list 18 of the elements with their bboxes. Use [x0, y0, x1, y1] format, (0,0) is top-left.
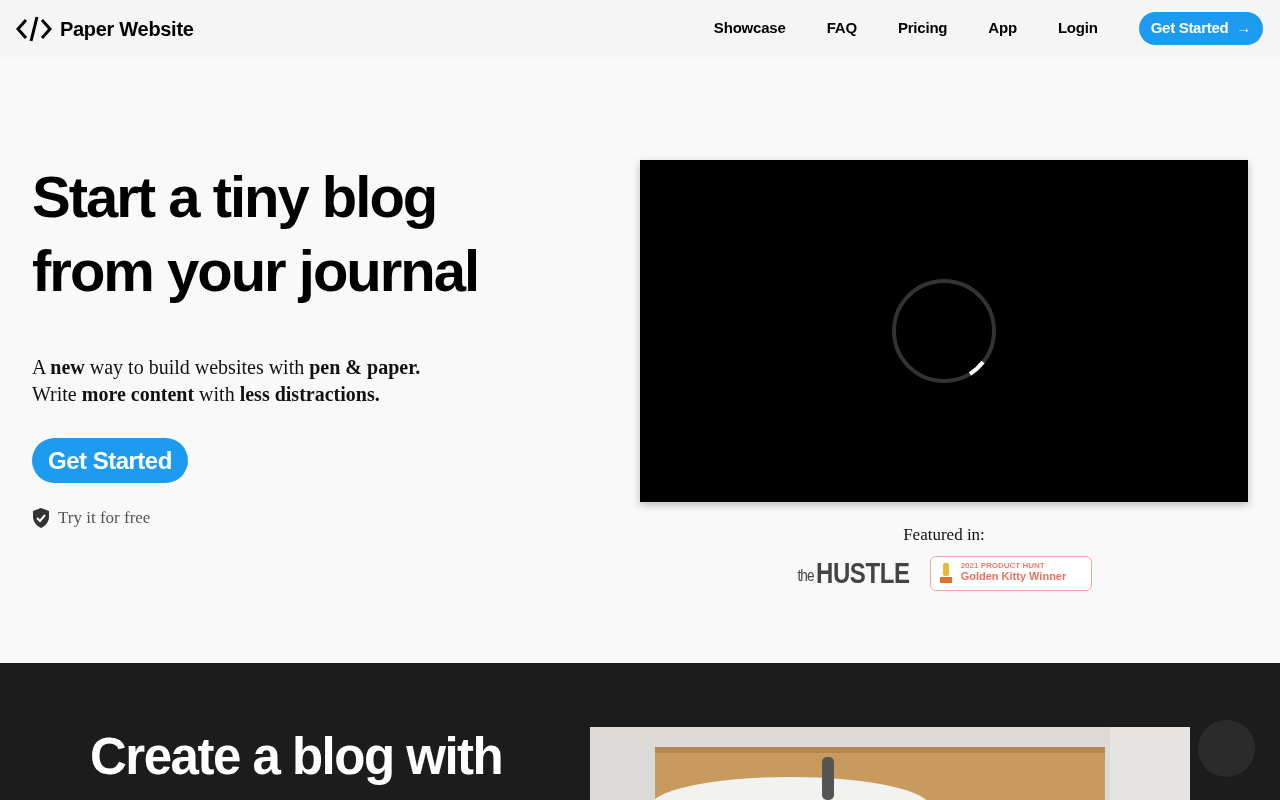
- nav-link[interactable]: Login: [1057, 17, 1098, 40]
- site-logo[interactable]: Paper Website: [60, 13, 194, 44]
- headline-line: from your journal: [32, 237, 480, 305]
- section-heading: Create a blog with: [90, 727, 504, 787]
- headline-line: Start a tiny blog: [32, 163, 438, 231]
- shield-check-icon: [32, 507, 50, 528]
- hustle-logo[interactable]: theHUSTLE: [796, 558, 914, 588]
- code-icon: [16, 15, 52, 42]
- video-player[interactable]: [640, 160, 1248, 502]
- featured-label: Featured in:: [903, 525, 985, 544]
- free-trial-note: Try it for free: [58, 507, 151, 529]
- tagline-line: A new way to build websites with pen & paper.: [32, 355, 422, 381]
- nav-link[interactable]: Pricing: [897, 17, 948, 40]
- nav-link[interactable]: FAQ: [826, 17, 857, 40]
- trophy-icon: [938, 562, 953, 584]
- nav-link[interactable]: App: [988, 17, 1017, 40]
- tagline-line: Write more content with less distractions.: [32, 382, 381, 407]
- nav-link[interactable]: Showcase: [713, 17, 786, 40]
